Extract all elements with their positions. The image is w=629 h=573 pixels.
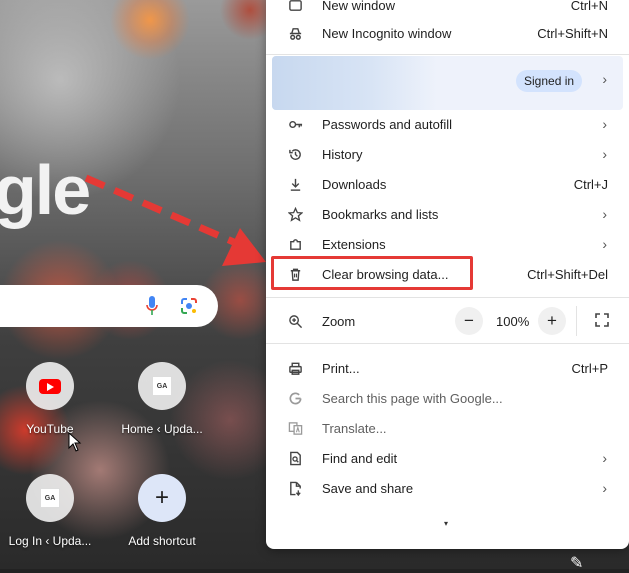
star-icon [286,205,304,223]
profile-row[interactable]: Signed in › [272,56,623,110]
shortcut-text: Ctrl+J [573,176,608,192]
menu-item-label: Passwords and autofill [322,116,453,132]
menu-item-new-window[interactable]: New window Ctrl+N [266,0,629,20]
shortcut-text: Ctrl+N [570,0,608,13]
menu-item-label: Print... [322,360,360,376]
menu-item-label: Find and edit [322,450,398,466]
menu-item-passwords[interactable]: Passwords and autofill › [266,109,629,139]
new-window-icon [286,0,304,14]
menu-item-label: History [322,146,363,162]
menu-item-find-and-edit[interactable]: Find and edit › [266,443,629,473]
chevron-right-icon: › [602,450,607,466]
signed-in-badge: Signed in [516,70,583,92]
menu-item-bookmarks[interactable]: Bookmarks and lists › [266,199,629,229]
menu-item-search-page: Search this page with Google... [266,383,629,413]
menu-divider [266,54,629,55]
printer-icon [286,359,304,377]
menu-item-label: New Incognito window [322,25,452,41]
zoom-level: 100% [496,314,530,329]
download-icon [286,175,304,193]
key-icon [286,115,304,133]
menu-item-label: Zoom [322,313,356,329]
chevron-right-icon: › [602,206,607,222]
translate-icon [286,419,304,437]
customize-pencil-icon[interactable]: ✎ [570,553,583,573]
zoom-separator [576,306,577,336]
profile-name-blurred [272,56,437,110]
menu-item-downloads[interactable]: Downloads Ctrl+J [266,169,629,199]
menu-item-save-and-share[interactable]: Save and share › [266,473,629,503]
more-items-caret-icon[interactable]: ▾ [444,519,448,528]
shortcut-text: Ctrl+P [571,360,608,376]
chevron-right-icon: › [602,116,607,132]
menu-item-extensions[interactable]: Extensions › [266,229,629,259]
menu-item-new-incognito[interactable]: New Incognito window Ctrl+Shift+N [266,18,629,48]
chevron-right-icon: › [602,480,607,496]
chevron-right-icon: › [602,146,607,162]
menu-item-label: Bookmarks and lists [322,206,439,222]
find-page-icon [286,449,304,467]
menu-item-print[interactable]: Print... Ctrl+P [266,353,629,383]
menu-item-label: New window [322,0,395,13]
zoom-in-button[interactable]: + [538,307,566,335]
history-icon [286,145,304,163]
menu-item-zoom: Zoom [266,306,629,336]
fullscreen-icon[interactable] [595,313,609,327]
menu-divider [266,343,629,344]
menu-divider [266,297,629,298]
menu-item-label: Translate... [322,420,387,436]
menu-item-label: Extensions [322,236,386,252]
shortcut-text: Ctrl+Shift+N [537,25,608,41]
chrome-main-menu: New window Ctrl+N New Incognito window C… [266,0,629,549]
menu-item-label: Search this page with Google... [322,390,503,406]
save-share-icon [286,479,304,497]
shortcut-text: Ctrl+Shift+Del [527,266,608,282]
zoom-out-button[interactable]: − [455,307,483,335]
google-g-icon [286,389,304,407]
menu-item-label: Downloads [322,176,387,192]
zoom-magnifier-icon [286,312,304,330]
annotation-highlight-box [271,256,473,290]
puzzle-icon [286,235,304,253]
chevron-right-icon: › [602,236,607,252]
menu-item-history[interactable]: History › [266,139,629,169]
menu-item-label: Save and share [322,480,414,496]
menu-item-translate: Translate... [266,413,629,443]
chevron-right-icon: › [602,71,607,87]
incognito-icon [286,24,304,42]
